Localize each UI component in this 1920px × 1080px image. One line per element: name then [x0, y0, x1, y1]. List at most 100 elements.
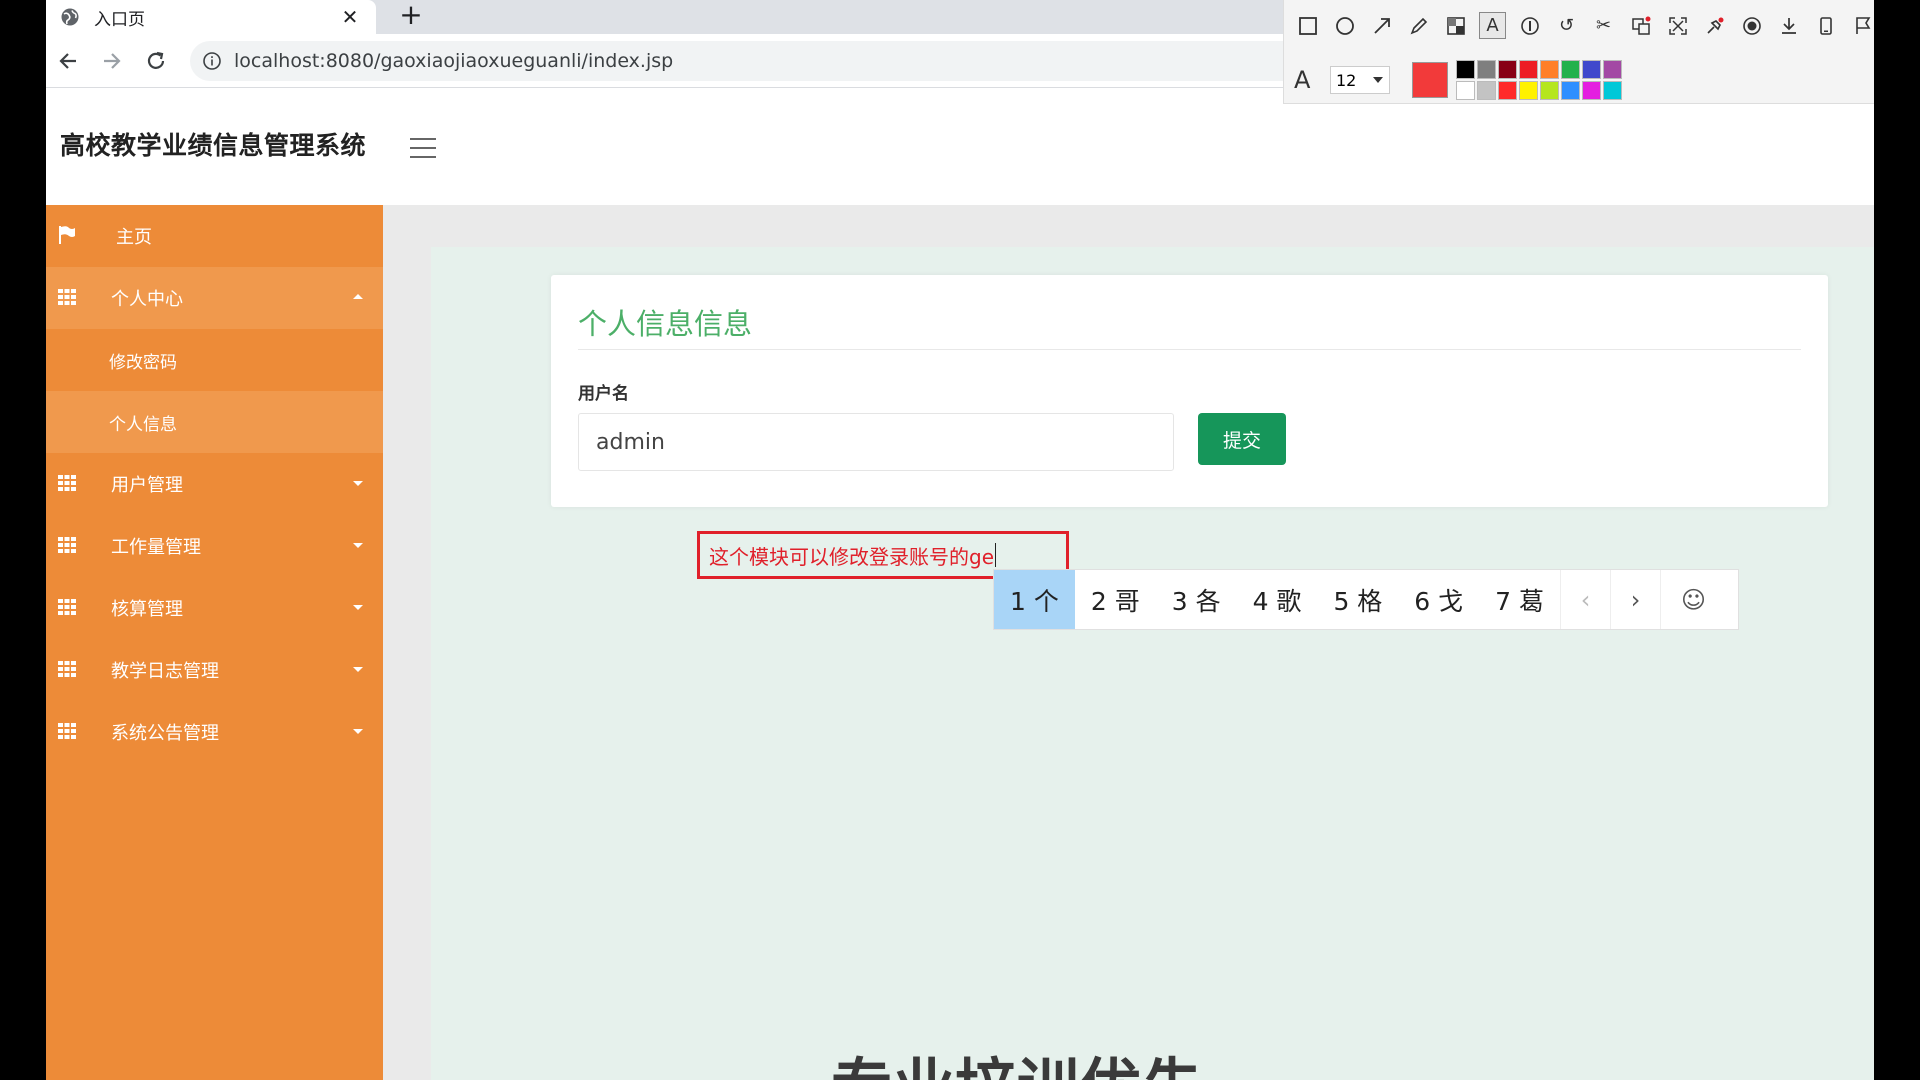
ime-prev-icon[interactable]: ‹	[1560, 570, 1610, 629]
color-swatch[interactable]	[1498, 81, 1517, 100]
translate-icon[interactable]	[1627, 12, 1654, 39]
grid-icon	[58, 723, 76, 739]
caret-down-icon	[353, 605, 363, 610]
font-size-value: 12	[1336, 70, 1357, 90]
color-swatch[interactable]	[1582, 81, 1601, 100]
color-swatch[interactable]	[1561, 60, 1580, 79]
expand-icon[interactable]	[1664, 12, 1691, 39]
sidebar: 主页 个人中心 修改密码 个人信息 用户管理 工作量管理 核算管理 教学日志管理	[46, 205, 383, 1080]
ime-next-icon[interactable]: ›	[1610, 570, 1660, 629]
undo-icon[interactable]: ↺	[1553, 12, 1580, 39]
arrow-right-icon	[104, 53, 121, 69]
color-swatch[interactable]	[1498, 60, 1517, 79]
color-swatch[interactable]	[1603, 81, 1622, 100]
font-size-select[interactable]: 12	[1330, 66, 1390, 94]
sidebar-item-home[interactable]: 主页	[46, 205, 383, 267]
grid-icon	[58, 599, 76, 615]
tab-title: 入口页	[94, 9, 145, 30]
emoji-icon[interactable]: ☺	[1660, 570, 1726, 629]
reload-button[interactable]	[140, 45, 172, 77]
color-swatch[interactable]	[1561, 81, 1580, 100]
scissors-icon[interactable]: ✂	[1590, 12, 1617, 39]
sidebar-item-personal-center[interactable]: 个人中心	[46, 267, 383, 329]
color-palette	[1456, 60, 1622, 100]
ellipse-tool-icon[interactable]	[1331, 12, 1358, 39]
system-title: 高校教学业绩信息管理系统	[60, 131, 367, 160]
ime-candidate[interactable]: 3 各	[1156, 570, 1237, 629]
color-swatch[interactable]	[1582, 60, 1601, 79]
ime-candidate[interactable]: 1 个	[994, 570, 1075, 629]
color-swatch[interactable]	[1519, 60, 1538, 79]
background-text: 专业培训优先	[831, 1037, 1203, 1080]
sidebar-item-label: 用户管理	[111, 475, 183, 496]
forward-button[interactable]	[96, 45, 128, 77]
ime-candidate[interactable]: 2 哥	[1075, 570, 1156, 629]
color-swatch[interactable]	[1477, 60, 1496, 79]
personal-info-card: 个人信息信息 用户名 提交	[551, 275, 1828, 507]
sidebar-subitem-change-password[interactable]: 修改密码	[46, 329, 383, 391]
ime-candidate[interactable]: 5 格	[1317, 570, 1398, 629]
ime-candidate[interactable]: 6 戈	[1398, 570, 1479, 629]
sidebar-item-label: 工作量管理	[111, 537, 201, 558]
current-color-swatch[interactable]	[1412, 62, 1448, 98]
mosaic-tool-icon[interactable]	[1442, 12, 1469, 39]
grid-icon	[58, 289, 76, 305]
browser-tab[interactable]: 入口页 ✕	[46, 0, 376, 34]
phone-icon[interactable]	[1812, 12, 1839, 39]
url-text: localhost:8080/gaoxiaojiaoxueguanli/inde…	[234, 50, 674, 72]
sidebar-item-accounting-management[interactable]: 核算管理	[46, 577, 383, 639]
sidebar-item-teaching-log-management[interactable]: 教学日志管理	[46, 639, 383, 701]
flag-tool-icon[interactable]	[1849, 12, 1874, 39]
download-icon[interactable]	[1775, 12, 1802, 39]
sidebar-item-label: 系统公告管理	[111, 723, 219, 744]
sidebar-item-user-management[interactable]: 用户管理	[46, 453, 383, 515]
ime-candidate[interactable]: 4 歌	[1237, 570, 1318, 629]
capture-toolbar: A ↺ ✂ A 12	[1283, 0, 1874, 104]
submit-button[interactable]: 提交	[1198, 413, 1286, 465]
annotation-text: 这个模块可以修改登录账号的ge	[709, 544, 994, 569]
sidebar-item-announcement-management[interactable]: 系统公告管理	[46, 701, 383, 763]
sidebar-item-workload-management[interactable]: 工作量管理	[46, 515, 383, 577]
close-icon[interactable]: ✕	[338, 5, 362, 29]
text-cursor	[995, 543, 996, 567]
chevron-down-icon	[1373, 77, 1383, 83]
color-swatch[interactable]	[1540, 81, 1559, 100]
sidebar-item-label: 教学日志管理	[111, 661, 219, 682]
color-swatch[interactable]	[1540, 60, 1559, 79]
info-icon	[203, 52, 221, 70]
grid-icon	[58, 537, 76, 553]
reload-icon	[147, 51, 165, 69]
grid-icon	[58, 475, 76, 491]
pencil-tool-icon[interactable]	[1405, 12, 1432, 39]
main-area: 个人信息信息 用户名 提交 专业培训优先	[383, 205, 1874, 1080]
number-tool-icon[interactable]	[1516, 12, 1543, 39]
app-header: 高校教学业绩信息管理系统	[46, 88, 1874, 205]
color-swatch[interactable]	[1603, 60, 1622, 79]
caret-down-icon	[353, 667, 363, 672]
caret-up-icon	[353, 294, 363, 299]
record-icon[interactable]	[1738, 12, 1765, 39]
back-button[interactable]	[52, 45, 84, 77]
text-tool-icon[interactable]: A	[1479, 12, 1506, 39]
username-input[interactable]	[578, 413, 1174, 471]
color-swatch[interactable]	[1477, 81, 1496, 100]
sidebar-item-label: 个人中心	[111, 289, 183, 310]
sidebar-item-label: 核算管理	[111, 599, 183, 620]
color-swatch[interactable]	[1456, 60, 1475, 79]
sidebar-item-label: 主页	[116, 227, 152, 248]
font-icon: A	[1294, 66, 1311, 94]
arrow-tool-icon[interactable]	[1368, 12, 1395, 39]
rectangle-tool-icon[interactable]	[1294, 12, 1321, 39]
new-tab-button[interactable]: +	[396, 0, 426, 34]
ime-candidate[interactable]: 7 葛	[1479, 570, 1560, 629]
color-swatch[interactable]	[1456, 81, 1475, 100]
color-swatch[interactable]	[1519, 81, 1538, 100]
caret-down-icon	[353, 729, 363, 734]
card-title: 个人信息信息	[578, 307, 753, 341]
caret-down-icon	[353, 481, 363, 486]
browser-window: 入口页 ✕ + localhost:8080/gaoxiaojiaoxuegua…	[46, 0, 1874, 1080]
menu-toggle-icon[interactable]	[410, 138, 436, 158]
pin-icon[interactable]	[1701, 12, 1728, 39]
ime-candidate-bar: 1 个 2 哥 3 各 4 歌 5 格 6 戈 7 葛 ‹ › ☺	[993, 569, 1739, 630]
sidebar-subitem-personal-info[interactable]: 个人信息	[46, 391, 383, 453]
